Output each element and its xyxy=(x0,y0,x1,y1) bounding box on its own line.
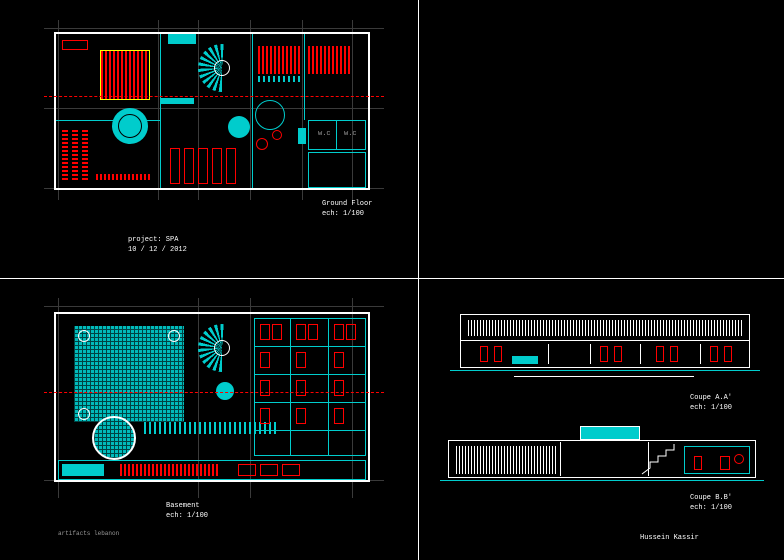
credit: artifacts lebanon xyxy=(58,530,119,537)
project-date: 10 / 12 / 2012 xyxy=(128,246,187,254)
cad-sheet: w.c w.c Ground Floor ech: 1/100 project:… xyxy=(0,0,784,560)
sheet-divider-h xyxy=(0,278,784,279)
project-name: project: SPA xyxy=(128,236,178,244)
gf-title: Ground Floor xyxy=(322,200,372,208)
bb-scale: ech: 1/100 xyxy=(690,504,732,512)
bb-stair-icon xyxy=(640,440,680,478)
gf-scale: ech: 1/100 xyxy=(322,210,364,218)
gf-room-label-wc1: w.c xyxy=(318,130,331,138)
bs-scale: ech: 1/100 xyxy=(166,512,208,520)
gf-fountain xyxy=(228,116,250,138)
bs-pool xyxy=(74,326,184,422)
aa-scale: ech: 1/100 xyxy=(690,404,732,412)
gf-room-label-wc2: w.c xyxy=(344,130,357,138)
bs-title: Basement xyxy=(166,502,200,510)
bb-skylight xyxy=(580,426,640,440)
gf-seating xyxy=(100,50,150,100)
sheet-divider-v xyxy=(418,0,419,560)
aa-title: Coupe A.A' xyxy=(690,394,732,402)
bb-title: Coupe B.B' xyxy=(690,494,732,502)
author: Hussein Kassir xyxy=(640,534,699,542)
bs-round-pool xyxy=(92,416,136,460)
